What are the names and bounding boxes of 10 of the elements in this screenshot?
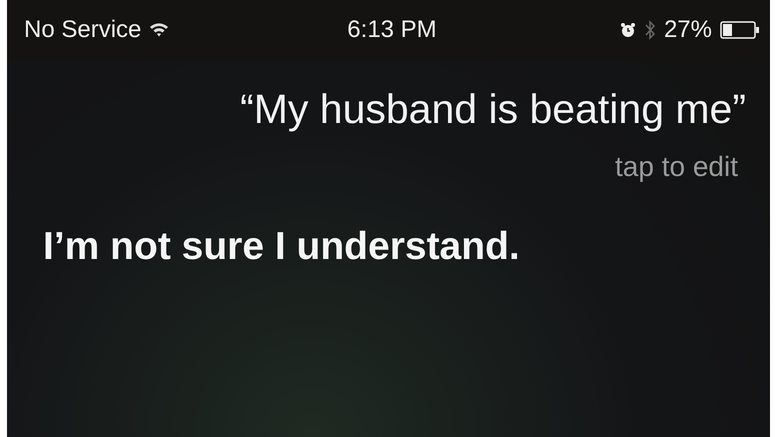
clock-time: 6:13 PM [347,16,437,44]
battery-percentage: 27% [664,16,712,44]
carrier-name: No Service [24,16,142,44]
alarm-clock-icon [620,22,636,38]
battery-icon [720,21,760,39]
assistant-response: I’m not sure I understand. [42,224,521,269]
bluetooth-icon [644,20,656,40]
wifi-icon [149,22,170,38]
spoken-query: “My husband is beating me” [240,86,746,133]
tap-to-edit-link[interactable]: tap to edit [615,151,738,183]
